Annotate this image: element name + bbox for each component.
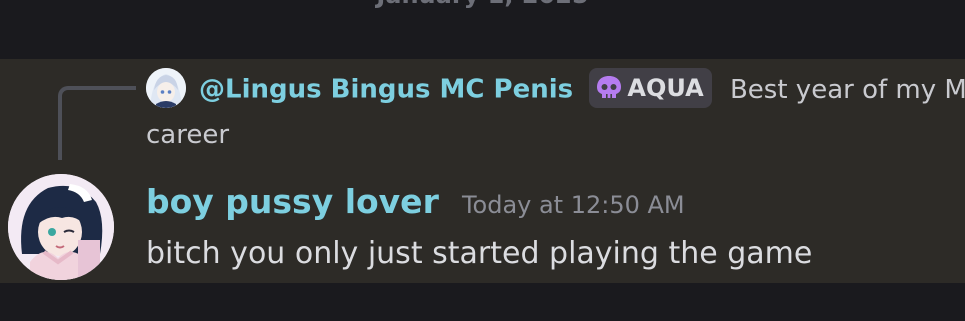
role-name: AQUA — [627, 74, 704, 102]
date-divider: January 1, 2025 — [0, 0, 965, 8]
reply-connector-line — [58, 86, 136, 160]
reply-text-line2[interactable]: career — [146, 118, 229, 152]
anime-avatar-icon — [8, 174, 114, 280]
reply-author-name[interactable]: @Lingus Bingus MC Penis — [199, 75, 573, 105]
reply-text-line1[interactable]: Best year of my Mai — [730, 75, 965, 105]
anime-avatar-icon — [146, 68, 186, 108]
author-username[interactable]: boy pussy lover — [146, 182, 439, 221]
reply-author-avatar[interactable] — [146, 68, 186, 108]
purple-skull-icon — [597, 76, 622, 98]
chat-view: January 1, 2025 @Lingus Bingus MC Penis — [0, 0, 965, 321]
author-avatar[interactable] — [8, 174, 114, 280]
message-item[interactable]: @Lingus Bingus MC Penis AQUA Best year o… — [0, 59, 965, 283]
message-content[interactable]: bitch you only just started playing the … — [146, 234, 812, 274]
role-tag[interactable]: AQUA — [589, 68, 712, 108]
message-timestamp[interactable]: Today at 12:50 AM — [462, 191, 685, 219]
